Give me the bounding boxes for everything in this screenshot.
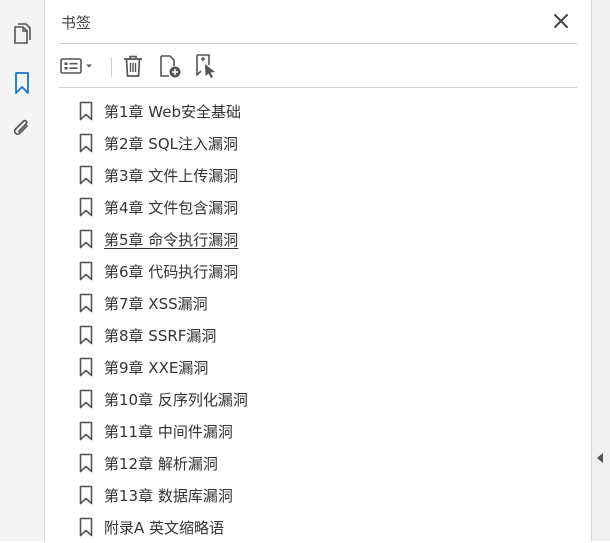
bookmarks-toolbar bbox=[59, 52, 577, 80]
bookmark-item[interactable]: 第1章 Web安全基础 bbox=[75, 95, 575, 127]
new-bookmark-button[interactable] bbox=[157, 52, 183, 80]
bookmark-item[interactable]: 第9章 XXE漏洞 bbox=[75, 351, 575, 383]
close-icon bbox=[554, 14, 568, 28]
bookmark-item[interactable]: 第10章 反序列化漏洞 bbox=[75, 383, 575, 415]
bookmark-icon bbox=[79, 133, 93, 153]
bookmark-icon bbox=[79, 485, 93, 505]
bookmark-item[interactable]: 附录A 英文缩略语 bbox=[75, 511, 575, 543]
new-bookmark-icon bbox=[160, 55, 181, 78]
collapse-arrow-icon[interactable] bbox=[597, 453, 603, 463]
bookmarks-button[interactable] bbox=[9, 70, 35, 96]
bookmark-item[interactable]: 第3章 文件上传漏洞 bbox=[75, 159, 575, 191]
bookmark-item[interactable]: 第5章 命令执行漏洞 bbox=[75, 223, 575, 255]
toolbar-divider bbox=[111, 57, 112, 77]
bookmark-label: 第1章 Web安全基础 bbox=[104, 102, 242, 121]
attachment-icon bbox=[13, 119, 28, 135]
bookmark-icon bbox=[79, 229, 93, 249]
bookmark-from-selection-icon bbox=[196, 54, 215, 78]
attachments-button[interactable] bbox=[9, 116, 35, 142]
bookmark-item[interactable]: 第6章 代码执行漏洞 bbox=[75, 255, 575, 287]
bookmark-icon bbox=[79, 389, 93, 409]
bookmark-item[interactable]: 第8章 SSRF漏洞 bbox=[75, 319, 575, 351]
bookmark-item[interactable]: 第4章 文件包含漏洞 bbox=[75, 191, 575, 223]
bookmark-label: 第2章 SQL注入漏洞 bbox=[104, 134, 238, 153]
options-menu-button[interactable] bbox=[59, 52, 97, 80]
bookmark-icon bbox=[79, 261, 93, 281]
page-thumbnails-button[interactable] bbox=[9, 22, 35, 48]
bookmark-icon bbox=[79, 325, 93, 345]
bookmark-label: 第6章 代码执行漏洞 bbox=[104, 262, 239, 281]
bookmark-icon bbox=[79, 197, 93, 217]
bookmarks-panel: 书签 第1章 Web安全基础 第2章 SQL注入漏洞 第3章 文件上传漏洞 第4… bbox=[45, 0, 591, 541]
bookmark-label: 第8章 SSRF漏洞 bbox=[104, 326, 217, 345]
bookmark-icon bbox=[79, 453, 93, 473]
bookmark-icon bbox=[79, 293, 93, 313]
bookmark-icon bbox=[15, 72, 29, 94]
bookmark-item[interactable]: 第11章 中间件漏洞 bbox=[75, 415, 575, 447]
bookmark-label: 第10章 反序列化漏洞 bbox=[104, 390, 248, 409]
bookmark-item[interactable]: 第2章 SQL注入漏洞 bbox=[75, 127, 575, 159]
bookmark-label: 第9章 XXE漏洞 bbox=[104, 358, 209, 377]
bookmark-label: 附录A 英文缩略语 bbox=[104, 518, 225, 537]
bookmark-icon bbox=[79, 517, 93, 537]
bookmark-label: 第13章 数据库漏洞 bbox=[104, 486, 233, 505]
panel-title: 书签 bbox=[61, 14, 92, 32]
bookmark-icon bbox=[79, 101, 93, 121]
bookmark-icon bbox=[79, 357, 93, 377]
pages-icon bbox=[14, 23, 31, 44]
panel-collapse-strip[interactable] bbox=[591, 0, 610, 541]
bookmark-list: 第1章 Web安全基础 第2章 SQL注入漏洞 第3章 文件上传漏洞 第4章 文件包含… bbox=[75, 95, 575, 543]
bookmark-label: 第4章 文件包含漏洞 bbox=[104, 198, 239, 217]
left-navigation-rail bbox=[0, 0, 45, 541]
bookmark-item[interactable]: 第12章 解析漏洞 bbox=[75, 447, 575, 479]
bookmark-item[interactable]: 第13章 数据库漏洞 bbox=[75, 479, 575, 511]
bookmark-icon bbox=[79, 421, 93, 441]
close-panel-button[interactable] bbox=[550, 10, 572, 32]
header-divider bbox=[59, 43, 577, 44]
bookmark-label: 第3章 文件上传漏洞 bbox=[104, 166, 239, 185]
bookmark-label: 第11章 中间件漏洞 bbox=[104, 422, 233, 441]
bookmark-label: 第5章 命令执行漏洞 bbox=[104, 230, 239, 249]
delete-bookmark-button[interactable] bbox=[121, 52, 145, 80]
bookmark-from-selection-button[interactable] bbox=[193, 52, 219, 80]
delete-icon bbox=[124, 55, 142, 77]
bookmark-label: 第7章 XSS漏洞 bbox=[104, 294, 208, 313]
options-menu-icon bbox=[60, 58, 92, 74]
bookmark-item[interactable]: 第7章 XSS漏洞 bbox=[75, 287, 575, 319]
toolbar-divider-line bbox=[59, 87, 577, 88]
bookmark-icon bbox=[79, 165, 93, 185]
bookmark-label: 第12章 解析漏洞 bbox=[104, 454, 218, 473]
